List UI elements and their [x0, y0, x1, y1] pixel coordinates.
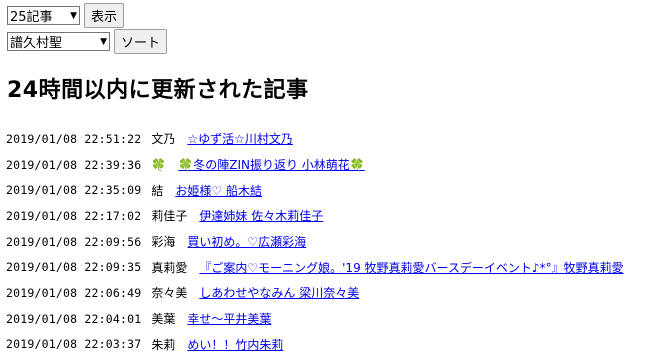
author-name: 🍀 [151, 157, 167, 172]
timestamp: 2019/01/08 22:51:22 [6, 131, 142, 146]
page-title: 24時間以内に更新された記事 [7, 78, 309, 103]
article-link[interactable]: 買い初め。♡広瀬彩海 [187, 233, 306, 250]
article-link[interactable]: しあわせやなみん 梁川奈々美 [199, 284, 359, 301]
chevron-down-icon: ▼ [70, 10, 77, 21]
author-name: 朱莉 [151, 337, 176, 352]
list-item: 2019/01/08 22:39:36 🍀 🍀冬の陣ZIN振り返り 小林萌花🍀 [6, 152, 666, 178]
article-link[interactable]: 『ご案内♡モーニング娘。'19 牧野真莉愛バースデーイベント♪*°』牧野真莉愛 [199, 259, 623, 276]
list-item: 2019/01/08 22:51:22 文乃 ☆ゆず活☆川村文乃 [6, 126, 666, 152]
author-name: 莉佳子 [151, 209, 188, 224]
timestamp: 2019/01/08 22:04:01 [6, 311, 142, 326]
author-name: 奈々美 [151, 286, 188, 301]
article-count-value: 25記事 [10, 10, 53, 25]
author-name: 真莉愛 [151, 260, 188, 275]
chevron-down-icon: ▼ [100, 36, 107, 47]
author-name: 文乃 [151, 132, 176, 147]
timestamp: 2019/01/08 22:17:02 [6, 208, 142, 223]
timestamp: 2019/01/08 22:35:09 [6, 183, 142, 198]
timestamp: 2019/01/08 22:03:37 [6, 337, 142, 352]
article-count-select[interactable]: 25記事 ▼ [7, 6, 80, 25]
article-link[interactable]: 伊達姉妹 佐々木莉佳子 [199, 207, 323, 224]
author-name: 美葉 [151, 312, 176, 327]
sort-button[interactable]: ソート [114, 29, 168, 54]
article-link[interactable]: お姫様♡ 船木結 [175, 182, 262, 199]
list-item: 2019/01/08 22:03:37 朱莉 めい！！竹内朱莉 [6, 332, 666, 358]
timestamp: 2019/01/08 22:39:36 [6, 157, 142, 172]
article-link[interactable]: 幸せ〜平井美葉 [187, 310, 271, 327]
sort-member-value: 譜久村聖 [10, 36, 63, 51]
sort-member-select[interactable]: 譜久村聖 ▼ [7, 32, 110, 51]
timestamp: 2019/01/08 22:06:49 [6, 285, 142, 300]
article-list: 2019/01/08 22:51:22 文乃 ☆ゆず活☆川村文乃 2019/01/08… [6, 126, 666, 357]
list-item: 2019/01/08 22:35:09 結お姫様♡ 船木結 [6, 177, 666, 203]
article-link[interactable]: 🍀冬の陣ZIN振り返り 小林萌花🍀 [178, 156, 364, 173]
list-item: 2019/01/08 22:04:01 美葉 幸せ〜平井美葉 [6, 306, 666, 332]
timestamp: 2019/01/08 22:09:35 [6, 260, 142, 275]
list-item: 2019/01/08 22:09:56 彩海 買い初め。♡広瀬彩海 [6, 229, 666, 255]
article-link[interactable]: めい！！竹内朱莉 [187, 336, 283, 353]
list-item: 2019/01/08 22:06:49 奈々美 しあわせやなみん 梁川奈々美 [6, 280, 666, 306]
author-name: 彩海 [151, 235, 176, 250]
article-link[interactable]: ☆ゆず活☆川村文乃 [187, 130, 293, 147]
timestamp: 2019/01/08 22:09:56 [6, 234, 142, 249]
list-item: 2019/01/08 22:09:35 真莉愛 『ご案内♡モーニング娘。'19 牧野… [6, 254, 666, 280]
list-item: 2019/01/08 22:17:02 莉佳子 伊達姉妹 佐々木莉佳子 [6, 203, 666, 229]
author-name: 結 [151, 183, 164, 198]
show-button[interactable]: 表示 [84, 3, 125, 28]
